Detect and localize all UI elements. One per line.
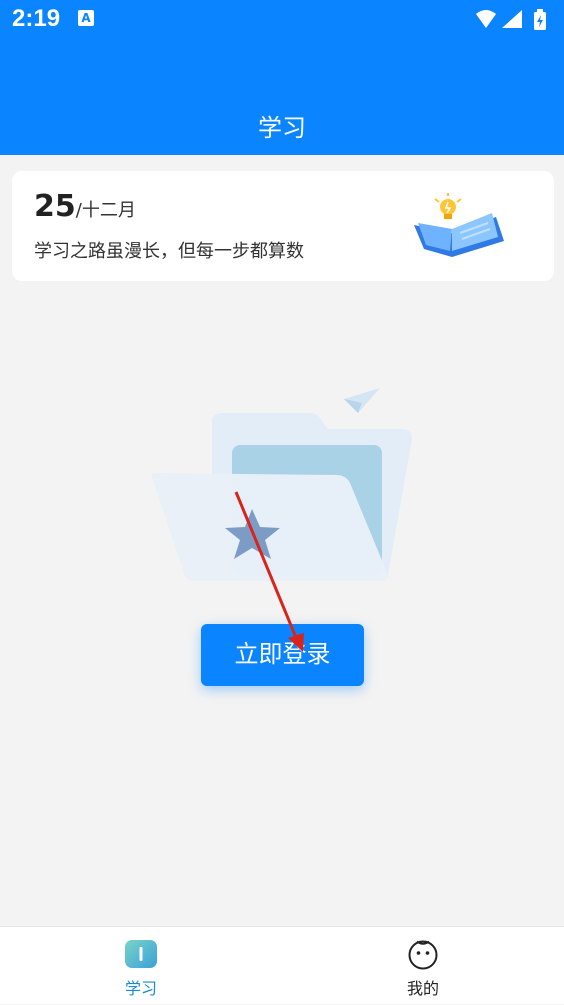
battery-icon (534, 9, 546, 30)
date-line: 25/十二月 (34, 189, 136, 224)
bottom-nav: 学习 我的 (0, 926, 564, 1004)
nav-label-study: 学习 (124, 979, 157, 998)
date-day: 25 (34, 189, 76, 224)
nav-item-study[interactable]: 学习 (0, 927, 282, 1005)
study-icon (124, 939, 158, 973)
signal-icon (502, 10, 522, 28)
nav-item-mine[interactable]: 我的 (282, 927, 564, 1005)
page-title: 学习 (258, 114, 306, 142)
status-icons (474, 8, 554, 32)
wifi-icon (476, 10, 496, 28)
book-lightbulb-icon (410, 193, 520, 267)
date-card: 25/十二月 学习之路虽漫长，但每一步都算数 (12, 171, 554, 281)
daily-motto: 学习之路虽漫长，但每一步都算数 (34, 241, 304, 262)
status-time: 2:19 (12, 5, 61, 32)
date-month: 十二月 (81, 200, 136, 221)
nav-label-mine: 我的 (406, 979, 439, 998)
login-button[interactable]: 立即登录 (201, 624, 364, 686)
face-icon (407, 939, 439, 975)
status-bar: 2:19 A (0, 0, 564, 40)
paper-plane-icon (344, 388, 380, 413)
folder-illustration (150, 385, 420, 594)
notification-icon: A (78, 10, 94, 26)
header: 学习 (0, 40, 564, 155)
